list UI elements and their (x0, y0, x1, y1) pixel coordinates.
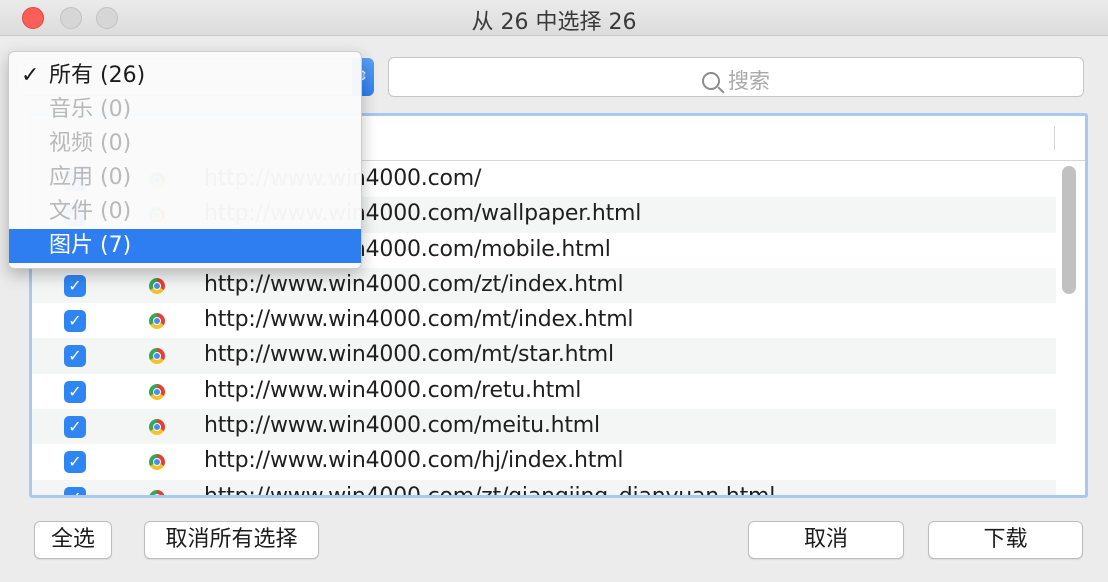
chrome-icon (149, 313, 165, 330)
filter-menu: ✓ 所有 (26) 音乐 (0) 视频 (0) 应用 (0) 文件 (0) 图片 (7) (8, 51, 362, 269)
window-title: 从 26 中选择 26 (471, 10, 637, 35)
row-url: http://www.win4000.com/mt/index.html (204, 307, 634, 333)
filter-menu-item[interactable]: 图片 (7) (9, 229, 361, 263)
filter-menu-item-label: 视频 (0) (49, 131, 132, 156)
table-row[interactable]: ✓ http://www.win4000.com/zt/index.html (32, 267, 1056, 304)
row-checkbox[interactable]: ✓ (64, 416, 86, 439)
filter-menu-item-label: 文件 (0) (49, 199, 132, 224)
search-placeholder: 搜索 (728, 69, 770, 93)
filter-menu-item-label: 图片 (7) (49, 233, 132, 258)
table-row[interactable]: ✓ http://www.win4000.com/mt/index.html (32, 303, 1056, 338)
title-bar: 从 26 中选择 26 (0, 0, 1108, 36)
filter-menu-item: 应用 (0) (9, 161, 361, 195)
table-row[interactable]: ✓ http://www.win4000.com/hj/index.html (32, 444, 1056, 479)
row-url: http://www.win4000.com/retu.html (204, 377, 582, 403)
chrome-icon (149, 277, 165, 294)
row-checkbox[interactable]: ✓ (64, 274, 86, 297)
row-checkbox[interactable]: ✓ (64, 486, 86, 495)
download-button[interactable]: 下载 (928, 521, 1083, 559)
filter-menu-item: 音乐 (0) (9, 93, 361, 127)
search-field[interactable]: 搜索 (388, 57, 1084, 97)
chrome-icon (149, 454, 165, 471)
row-checkbox[interactable]: ✓ (64, 310, 86, 333)
search-icon (702, 72, 720, 90)
filter-menu-item: 文件 (0) (9, 195, 361, 229)
chrome-icon (149, 489, 165, 495)
table-row[interactable]: ✓ http://www.win4000.com/meitu.html (32, 409, 1056, 445)
deselect-all-button[interactable]: 取消所有选择 (144, 521, 319, 559)
cancel-button[interactable]: 取消 (748, 521, 904, 559)
table-row[interactable]: ✓ http://www.win4000.com/retu.html (32, 374, 1056, 409)
filter-menu-item-label: 音乐 (0) (49, 97, 132, 122)
row-checkbox[interactable]: ✓ (64, 380, 86, 403)
chrome-icon (149, 348, 165, 365)
select-all-button[interactable]: 全选 (34, 521, 112, 559)
table-row[interactable]: ✓ http://www.win4000.com/zt/qiangjing_dia… (32, 479, 1056, 498)
filter-menu-item-label: 应用 (0) (49, 165, 132, 190)
row-url: http://www.win4000.com/zt/qiangjing_dian… (204, 483, 776, 498)
row-checkbox[interactable]: ✓ (64, 451, 86, 474)
chrome-icon (149, 383, 165, 400)
table-row[interactable]: ✓ http://www.win4000.com/mt/star.html (32, 338, 1056, 374)
row-url: http://www.win4000.com/mt/star.html (204, 342, 614, 368)
filter-menu-item-label: 所有 (26) (49, 63, 146, 88)
column-divider (1054, 126, 1055, 150)
filter-menu-item[interactable]: ✓ 所有 (26) (9, 59, 361, 93)
filter-menu-item: 视频 (0) (9, 127, 361, 161)
chrome-icon (149, 419, 165, 436)
row-url: http://www.win4000.com/hj/index.html (204, 448, 624, 474)
row-url: http://www.win4000.com/meitu.html (204, 413, 600, 439)
row-checkbox[interactable]: ✓ (64, 345, 86, 368)
row-url: http://www.win4000.com/zt/index.html (204, 271, 624, 297)
checkmark-icon: ✓ (21, 63, 40, 88)
vertical-scrollbar[interactable] (1062, 166, 1076, 294)
